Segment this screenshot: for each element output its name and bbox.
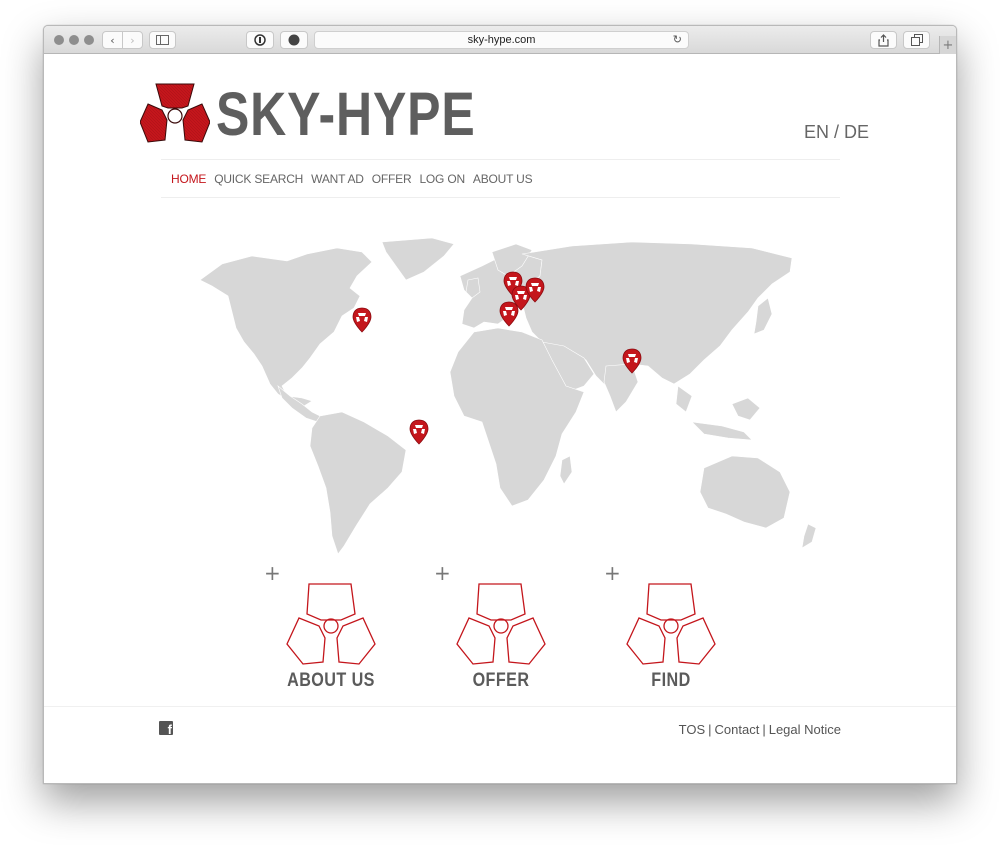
sidebar-icon: [156, 35, 169, 45]
nav-item-want-ad[interactable]: WANT AD: [311, 172, 364, 186]
tabs-icon: [910, 34, 923, 46]
feature-offer[interactable]: + OFFER: [434, 561, 556, 692]
reload-icon[interactable]: ↻: [673, 32, 682, 48]
facebook-icon[interactable]: f: [159, 721, 173, 737]
share-icon: [878, 33, 889, 47]
feature-label[interactable]: OFFER: [454, 670, 548, 692]
footer-link-legal-notice[interactable]: Legal Notice: [769, 722, 841, 737]
nav-item-home[interactable]: HOME: [171, 172, 206, 186]
back-button[interactable]: ‹: [102, 31, 123, 49]
extension-button[interactable]: [280, 31, 308, 49]
map-marker-southwest-europe[interactable]: [499, 301, 519, 327]
footer-link-tos[interactable]: TOS: [679, 722, 706, 737]
chevron-right-icon: ›: [130, 33, 135, 47]
main-nav: HOME QUICK SEARCH WANT AD OFFER LOG ON A…: [161, 159, 840, 198]
forward-button[interactable]: ›: [122, 31, 143, 49]
zoom-window-button[interactable]: [84, 35, 94, 45]
footer-links: TOS | Contact | Legal Notice: [678, 722, 841, 737]
expand-plus-icon[interactable]: +: [264, 561, 281, 585]
new-tab-button[interactable]: +: [939, 36, 956, 54]
sidebar-button[interactable]: [149, 31, 176, 49]
language-switcher[interactable]: EN / DE: [804, 122, 869, 143]
footer-divider: [44, 706, 956, 707]
feature-logo-outline-icon: [456, 583, 546, 665]
browser-window: ‹ › sky-hype.com ↻ + SKY-HYPE EN / DE HO…: [43, 25, 957, 784]
extension-icon: [288, 34, 300, 46]
brand-name[interactable]: SKY-HYPE: [216, 79, 476, 149]
expand-plus-icon[interactable]: +: [434, 561, 451, 585]
chevron-left-icon: ‹: [110, 33, 115, 47]
world-map: [199, 237, 817, 555]
nav-item-offer[interactable]: OFFER: [372, 172, 412, 186]
feature-find[interactable]: + FIND: [604, 561, 726, 692]
nav-item-quick-search[interactable]: QUICK SEARCH: [214, 172, 303, 186]
feature-label[interactable]: ABOUT US: [284, 670, 378, 692]
minimize-window-button[interactable]: [69, 35, 79, 45]
feature-logo-outline-icon: [626, 583, 716, 665]
feature-about-us[interactable]: + ABOUT US: [264, 561, 386, 692]
map-marker-south-america[interactable]: [409, 419, 429, 445]
sky-hype-logo-icon[interactable]: [140, 82, 210, 144]
key-icon: [254, 34, 266, 46]
web-page: SKY-HYPE EN / DE HOME QUICK SEARCH WANT …: [44, 54, 956, 783]
footer-link-contact[interactable]: Contact: [715, 722, 760, 737]
nav-item-about-us[interactable]: ABOUT US: [473, 172, 533, 186]
address-bar[interactable]: sky-hype.com ↻: [314, 31, 689, 49]
share-button[interactable]: [870, 31, 897, 49]
browser-toolbar: ‹ › sky-hype.com ↻ +: [44, 26, 956, 54]
password-button[interactable]: [246, 31, 274, 49]
tabs-button[interactable]: [903, 31, 930, 49]
expand-plus-icon[interactable]: +: [604, 561, 621, 585]
url-text: sky-hype.com: [467, 34, 536, 46]
nav-item-log-on[interactable]: LOG ON: [419, 172, 465, 186]
map-marker-north-america[interactable]: [352, 307, 372, 333]
feature-label[interactable]: FIND: [624, 670, 718, 692]
close-window-button[interactable]: [54, 35, 64, 45]
plus-icon: +: [942, 37, 954, 53]
feature-logo-outline-icon: [286, 583, 376, 665]
